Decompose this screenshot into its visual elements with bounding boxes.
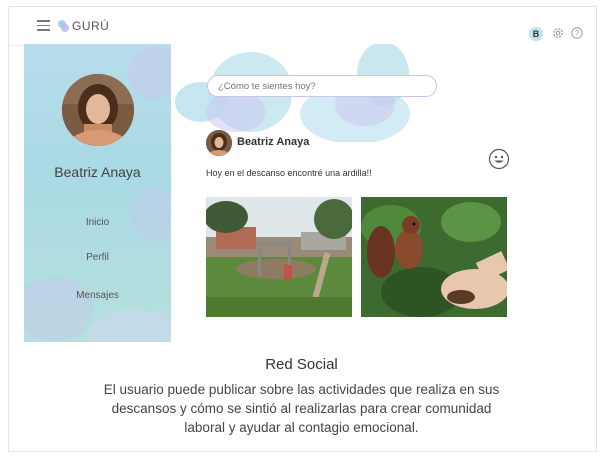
status-input[interactable]: [207, 75, 437, 97]
post-author-name[interactable]: Beatriz Anaya: [237, 136, 309, 148]
caption-title: Red Social: [265, 356, 338, 373]
park-image: [206, 197, 352, 317]
user-avatar[interactable]: B: [529, 27, 543, 41]
decorative-blob: [175, 52, 293, 132]
squirrel-photo[interactable]: [361, 197, 507, 317]
profile-name: Beatriz Anaya: [54, 164, 141, 180]
help-icon[interactable]: ?: [570, 26, 584, 40]
post-text: Hoy en el descanso encontré una ardilla!…: [206, 168, 372, 178]
hamburger-icon[interactable]: [37, 20, 50, 31]
smiley-icon[interactable]: [488, 148, 510, 170]
woman-portrait-icon: [206, 130, 232, 156]
sidebar-item-mensajes[interactable]: Mensajes: [24, 290, 171, 301]
sidebar: Beatriz Anaya Inicio Perfil Mensajes: [24, 44, 171, 342]
app-name: GURÚ: [72, 19, 110, 33]
squirrel-image: [361, 197, 507, 317]
app-logo[interactable]: GURÚ: [56, 16, 109, 36]
decorative-blob: [131, 186, 171, 242]
gear-icon[interactable]: [551, 26, 565, 40]
top-bar: GURÚ B ?: [9, 7, 596, 46]
sidebar-item-inicio[interactable]: Inicio: [24, 217, 171, 228]
profile-photo[interactable]: [62, 74, 134, 146]
woman-portrait-icon: [62, 74, 134, 146]
park-photo[interactable]: [206, 197, 352, 317]
svg-text:?: ?: [575, 29, 580, 38]
post-author-avatar[interactable]: [206, 130, 232, 156]
feed-panel: Beatriz Anaya Hoy en el descanso encontr…: [171, 44, 596, 342]
logo-mark-icon: [58, 20, 69, 32]
caption-text: El usuario puede publicar sobre las acti…: [103, 382, 500, 435]
sidebar-item-perfil[interactable]: Perfil: [24, 252, 171, 263]
